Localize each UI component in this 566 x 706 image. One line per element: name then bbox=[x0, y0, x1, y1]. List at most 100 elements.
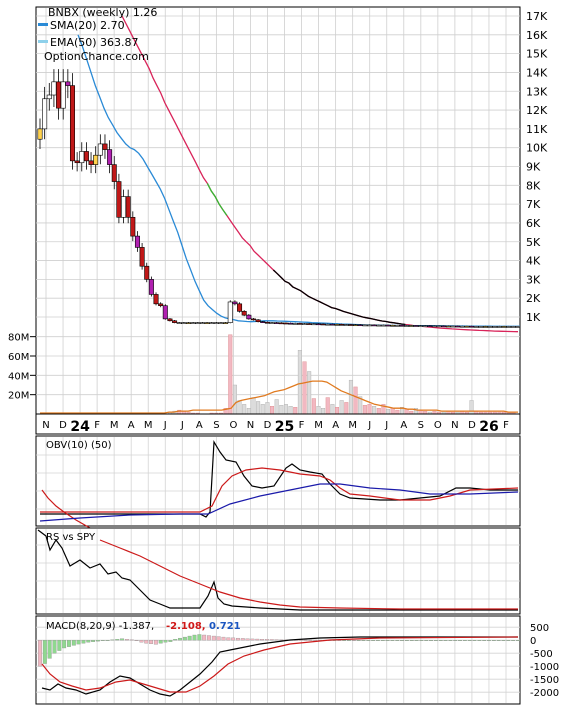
volume-bar bbox=[279, 405, 284, 415]
candle-body bbox=[269, 322, 275, 324]
macd-histogram-bar bbox=[226, 637, 231, 641]
candle-body bbox=[357, 324, 363, 327]
candle-body bbox=[107, 149, 113, 165]
x-tick-label: M bbox=[110, 420, 119, 431]
volume-bar bbox=[344, 402, 349, 415]
macd-histogram-bar bbox=[182, 636, 187, 641]
volume-bar bbox=[395, 409, 400, 415]
candle-body bbox=[241, 311, 247, 316]
macd-histogram-bar bbox=[371, 640, 376, 641]
candle-body bbox=[246, 314, 252, 320]
macd-histogram-bar bbox=[144, 640, 149, 644]
volume-bar bbox=[372, 406, 377, 415]
ema-legend-swatch bbox=[38, 40, 48, 43]
macd-histogram-bar bbox=[274, 639, 279, 641]
candle-body bbox=[167, 318, 173, 322]
price-tick-label: 14K bbox=[526, 66, 548, 79]
macd-histogram-bar bbox=[308, 639, 313, 641]
macd-histogram-bar bbox=[404, 640, 409, 641]
macd-histogram-bar bbox=[303, 639, 308, 641]
macd-histogram-bar bbox=[477, 640, 482, 641]
x-tick-label: A bbox=[128, 420, 135, 431]
macd-histogram-bar bbox=[38, 640, 42, 667]
macd-tick-label: -1000 bbox=[530, 662, 559, 673]
x-tick-label: J bbox=[180, 420, 184, 431]
price-tick-label: 13K bbox=[526, 85, 548, 98]
macd-histogram-bar bbox=[255, 638, 260, 641]
x-tick-label: O bbox=[434, 420, 442, 431]
candle-body bbox=[158, 303, 164, 307]
volume-bar bbox=[348, 379, 353, 415]
volume-bar bbox=[390, 408, 395, 415]
candle-body bbox=[492, 326, 498, 328]
candle-body bbox=[399, 324, 405, 327]
candle-body bbox=[292, 323, 298, 325]
volume-bar bbox=[353, 386, 358, 415]
macd-histogram-bar bbox=[419, 640, 424, 641]
x-tick-label: A bbox=[332, 420, 339, 431]
volume-bar bbox=[376, 408, 381, 415]
macd-histogram-bar bbox=[356, 640, 361, 641]
price-tick-label: 8K bbox=[526, 179, 541, 192]
macd-histogram-bar bbox=[351, 640, 356, 641]
macd-histogram-bar bbox=[260, 639, 265, 641]
macd-histogram-bar bbox=[207, 635, 211, 641]
volume-bar bbox=[242, 404, 247, 415]
candle-body bbox=[162, 305, 168, 320]
macd-histogram-bar bbox=[216, 636, 221, 641]
macd-histogram-bar bbox=[91, 640, 96, 642]
volume-bar bbox=[330, 404, 335, 415]
volume-bar bbox=[339, 400, 344, 415]
candle-body bbox=[227, 301, 233, 323]
macd-histogram-bar bbox=[453, 640, 458, 641]
candle-body bbox=[408, 325, 414, 327]
macd-histogram-bar bbox=[448, 640, 453, 641]
candle-body bbox=[274, 322, 280, 324]
candle-body bbox=[427, 325, 433, 327]
macd-histogram-bar bbox=[149, 640, 154, 644]
macd-histogram-bar bbox=[264, 639, 269, 641]
candle-body bbox=[385, 324, 391, 327]
price-tick-label: 12K bbox=[526, 104, 548, 117]
price-tick-label: 1K bbox=[526, 311, 541, 324]
candle-body bbox=[195, 322, 201, 324]
macd-histogram-bar bbox=[110, 639, 115, 641]
macd-histogram-bar bbox=[86, 640, 91, 643]
candle-body bbox=[302, 323, 308, 325]
candle-body bbox=[93, 154, 99, 165]
volume-bar bbox=[325, 397, 330, 415]
candle-body bbox=[134, 235, 140, 248]
candle-body bbox=[264, 321, 270, 324]
price-tick-label: 5K bbox=[526, 236, 541, 249]
volume-bar bbox=[260, 404, 265, 415]
macd-histogram-bar bbox=[361, 640, 366, 641]
macd-histogram-bar bbox=[400, 640, 405, 641]
price-tick-label: 9K bbox=[526, 161, 541, 174]
volume-bar bbox=[232, 384, 237, 415]
macd-histogram-bar bbox=[501, 640, 506, 641]
candle-body bbox=[250, 318, 256, 321]
candle-body bbox=[515, 326, 521, 328]
macd-histogram-bar bbox=[42, 640, 47, 664]
macd-histogram-bar bbox=[105, 640, 110, 641]
candle-body bbox=[380, 324, 386, 327]
candle-body bbox=[125, 196, 131, 218]
candle-body bbox=[394, 324, 400, 327]
price-tick-label: 7K bbox=[526, 198, 541, 211]
x-tick-label: J bbox=[163, 420, 167, 431]
price-tick-label: 11K bbox=[526, 123, 548, 136]
candle-body bbox=[306, 323, 312, 325]
x-tick-label: D bbox=[59, 420, 67, 431]
x-tick-label: F bbox=[299, 420, 305, 431]
macd-histogram-bar bbox=[347, 639, 351, 641]
candle-body bbox=[334, 324, 340, 326]
candle-body bbox=[496, 326, 502, 328]
candle-body bbox=[218, 322, 224, 324]
macd-histogram-bar bbox=[192, 634, 197, 641]
watermark: OptionChance.com bbox=[44, 50, 149, 63]
x-tick-label: A bbox=[196, 420, 203, 431]
volume-bar bbox=[297, 350, 302, 415]
macd-histogram-bar bbox=[385, 640, 390, 641]
stock-chart: 17K 16K 15K 14K 13K 12K 11K 10K 9K 8K 7K 6K 5K 4K 3K 2K… bbox=[8, 6, 559, 705]
macd-histogram-bar bbox=[429, 640, 434, 641]
